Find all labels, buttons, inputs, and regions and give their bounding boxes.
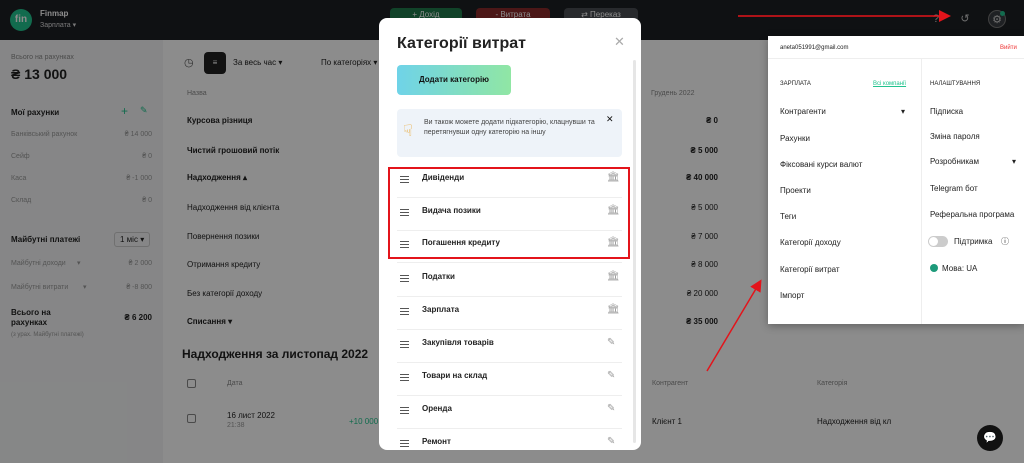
annotation-arrows — [706, 10, 951, 372]
chat-icon[interactable]: 💬 — [977, 425, 1003, 451]
arrow-to-expense-categories — [706, 279, 762, 372]
